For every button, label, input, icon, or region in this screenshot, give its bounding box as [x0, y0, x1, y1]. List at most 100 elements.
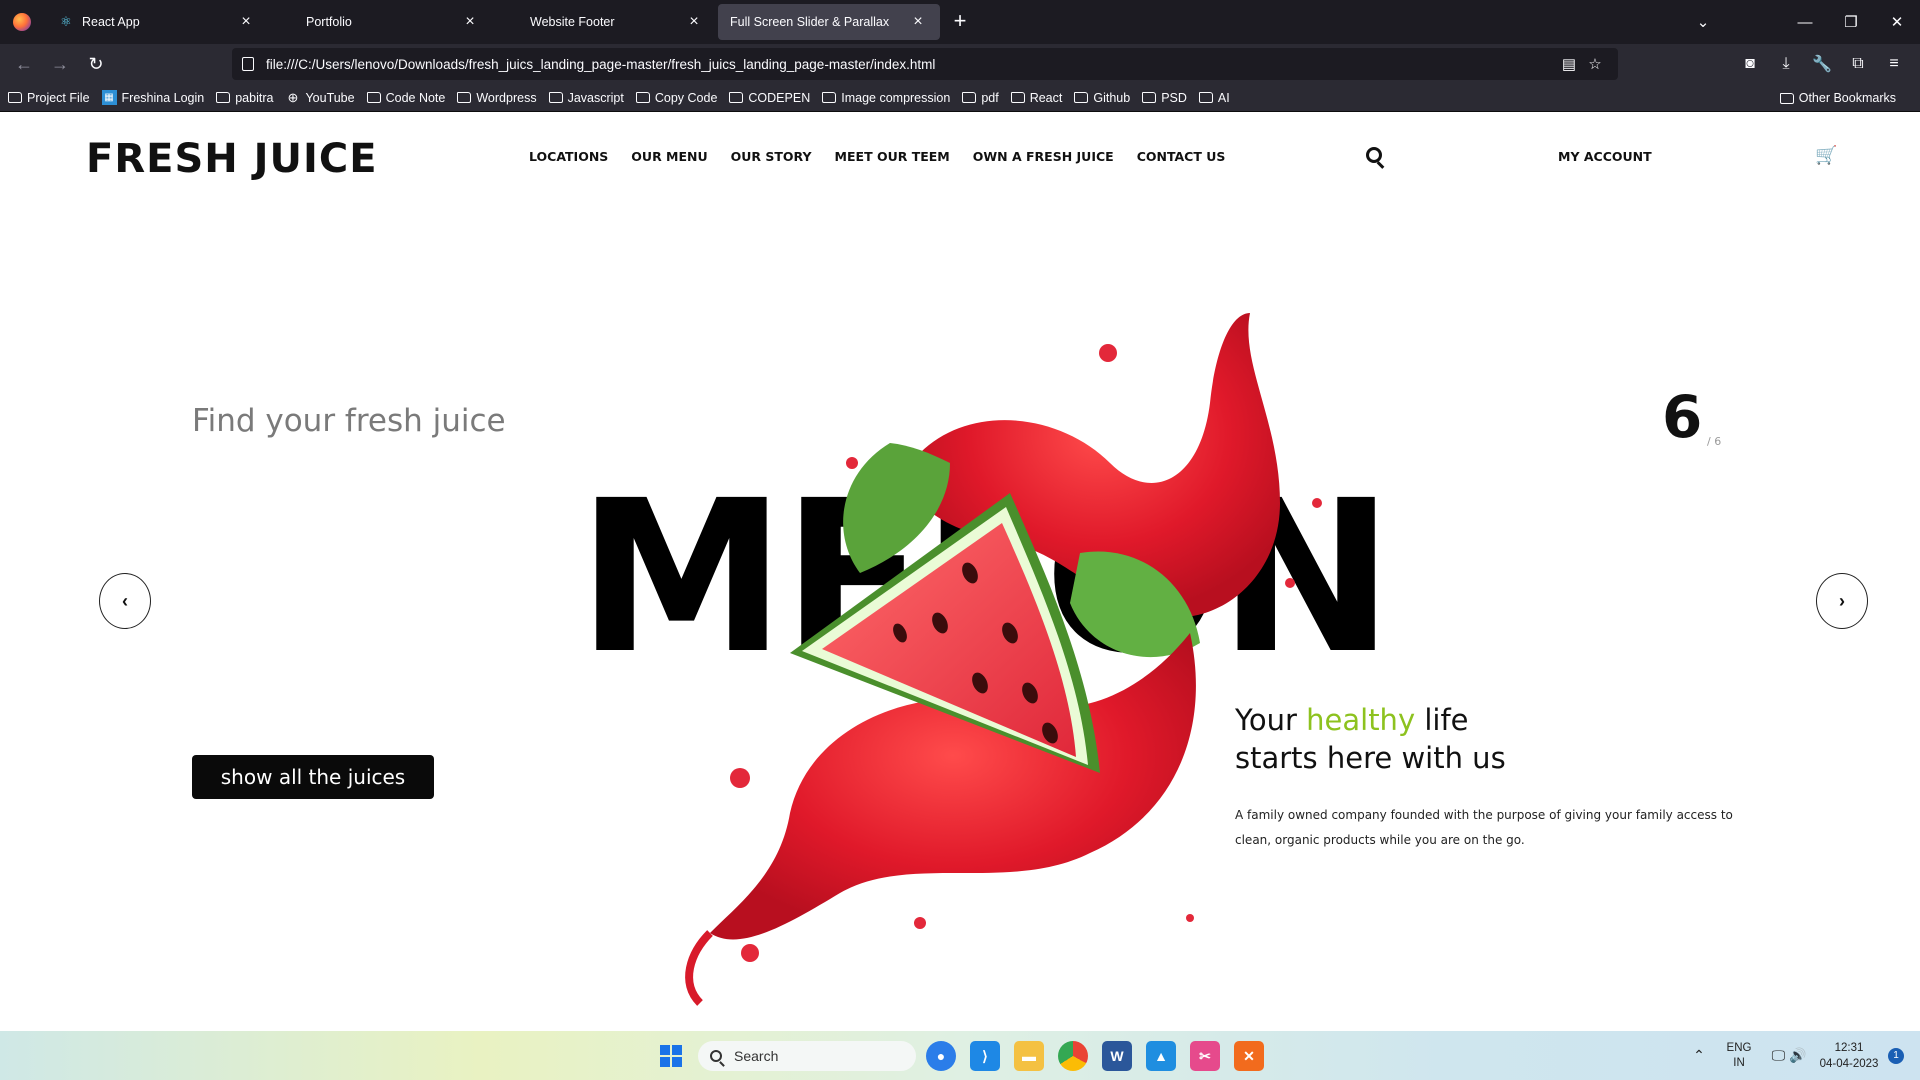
nav-our-story[interactable]: OUR STORY [731, 149, 812, 164]
xampp-taskbar-icon[interactable]: ✕ [1234, 1041, 1264, 1071]
folder-icon [635, 92, 650, 103]
chevron-up-icon[interactable]: ⌃ [1684, 1047, 1714, 1064]
folder-icon [822, 92, 837, 103]
nav-our-menu[interactable]: OUR MENU [631, 149, 707, 164]
close-icon[interactable]: × [684, 12, 704, 32]
taskbar-search-label: Search [734, 1048, 779, 1064]
forward-arrow-icon[interactable]: → [42, 48, 78, 80]
bookmark-ai[interactable]: AI [1198, 91, 1230, 105]
page-icon [506, 14, 522, 30]
headline-line2: starts here with us [1235, 741, 1506, 775]
address-bar[interactable]: file:///C:/Users/lenovo/Downloads/fresh_… [232, 48, 1618, 80]
taskbar: Search ● ⟩ ▬ W ▲ ✂ ✕ ⌃ ENG IN 🖵 🔊 12:31 … [0, 1031, 1920, 1080]
slide-counter: 6 [1662, 383, 1703, 451]
slide-tagline: Find your fresh juice [192, 403, 506, 439]
chrome-taskbar-icon[interactable] [1058, 1041, 1088, 1071]
close-icon[interactable]: × [460, 12, 480, 32]
folder-icon [8, 92, 22, 103]
bookmark-github[interactable]: Github [1074, 91, 1130, 105]
bookmark-youtube[interactable]: ⊕ YouTube [285, 90, 355, 105]
slide-total: / 6 [1707, 435, 1722, 448]
bookmark-codepen[interactable]: CODEPEN [729, 91, 810, 105]
tab-bar: ⚛ React App × Portfolio × Website Footer… [0, 0, 1920, 44]
bookmark-freshina-login[interactable]: ▦ Freshina Login [101, 90, 204, 105]
nav-own-a-fresh-juice[interactable]: OWN A FRESH JUICE [973, 149, 1114, 164]
slide-headline: Your healthy life starts here with us [1235, 701, 1506, 777]
new-tab-button[interactable]: + [944, 6, 976, 38]
my-account-link[interactable]: MY ACCOUNT [1558, 149, 1652, 164]
bookmark-pabitra[interactable]: pabitra [216, 91, 273, 105]
language-indicator[interactable]: ENG IN [1714, 1041, 1764, 1071]
list-all-tabs-icon[interactable]: ⌄ [1680, 0, 1726, 44]
menu-hamburger-icon[interactable]: ≡ [1876, 55, 1912, 73]
tab-portfolio[interactable]: Portfolio × [270, 4, 492, 40]
file-explorer-taskbar-icon[interactable]: ▬ [1014, 1041, 1044, 1071]
headline-highlight: healthy [1306, 703, 1416, 737]
back-arrow-icon[interactable]: ← [6, 48, 42, 80]
document-icon [242, 57, 254, 71]
downloads-icon[interactable]: ⤓ [1768, 55, 1804, 73]
headline-mid: life [1415, 703, 1469, 737]
bookmark-pdf[interactable]: pdf [962, 91, 999, 105]
search-icon[interactable] [1366, 147, 1382, 163]
url-text[interactable]: file:///C:/Users/lenovo/Downloads/fresh_… [266, 57, 1556, 72]
bookmark-other[interactable]: Other Bookmarks [1779, 84, 1896, 112]
bookmark-wordpress[interactable]: Wordpress [457, 91, 537, 105]
site-logo[interactable]: FRESH JUICE [86, 136, 378, 182]
bookmark-react[interactable]: React [1010, 91, 1062, 105]
firefox-icon[interactable] [0, 0, 44, 44]
close-window-icon[interactable]: ✕ [1874, 0, 1920, 44]
bookmark-psd[interactable]: PSD [1142, 91, 1187, 105]
tab-label: Full Screen Slider & Parallax [730, 15, 890, 29]
bookmark-copy-code[interactable]: Copy Code [635, 91, 717, 105]
folder-icon [457, 92, 472, 103]
tab-label: Portfolio [306, 15, 352, 29]
tab-react-app[interactable]: ⚛ React App × [46, 4, 268, 40]
bookmark-project-file[interactable]: Project File [8, 91, 90, 105]
reader-view-icon[interactable]: ▤ [1556, 55, 1582, 73]
bookmark-star-icon[interactable]: ☆ [1582, 55, 1608, 73]
clock[interactable]: 12:31 04-04-2023 [1814, 1040, 1884, 1072]
slider-prev-button[interactable]: ‹ [99, 573, 151, 629]
nav-locations[interactable]: LOCATIONS [529, 149, 608, 164]
photos-taskbar-icon[interactable]: ▲ [1146, 1041, 1176, 1071]
vscode-taskbar-icon[interactable]: ⟩ [970, 1041, 1000, 1071]
tab-full-screen-slider[interactable]: Full Screen Slider & Parallax × [718, 4, 940, 40]
reload-icon[interactable]: ↻ [78, 48, 114, 80]
nav-meet-our-team[interactable]: MEET OUR TEEM [835, 149, 950, 164]
react-icon: ⚛ [60, 14, 72, 29]
extensions-icon[interactable]: ⧉ [1840, 55, 1876, 73]
show-all-juices-button[interactable]: show all the juices [192, 755, 434, 799]
close-icon[interactable]: × [236, 12, 256, 32]
cart-icon[interactable]: 🛒 [1815, 145, 1837, 166]
search-icon [710, 1050, 722, 1062]
bookmark-javascript[interactable]: Javascript [548, 91, 624, 105]
watermelon-splash-image [685, 313, 1322, 1006]
word-taskbar-icon[interactable]: W [1102, 1041, 1132, 1071]
firefox-taskbar-icon[interactable]: ● [926, 1041, 956, 1071]
folder-icon [366, 92, 381, 103]
folder-icon [548, 92, 563, 103]
taskbar-search-box[interactable]: Search [698, 1041, 916, 1071]
tools-wrench-icon[interactable]: 🔧 [1804, 54, 1840, 74]
folder-icon [1779, 92, 1794, 104]
bookmark-image-compression[interactable]: Image compression [822, 91, 950, 105]
bookmark-code-note[interactable]: Code Note [366, 91, 445, 105]
close-icon[interactable]: × [908, 12, 928, 32]
slider-next-button[interactable]: › [1816, 573, 1868, 629]
restore-icon[interactable]: ❐ [1828, 0, 1874, 44]
snipping-tool-taskbar-icon[interactable]: ✂ [1190, 1041, 1220, 1071]
folder-icon [1074, 92, 1089, 103]
nav-contact-us[interactable]: CONTACT US [1137, 149, 1226, 164]
notification-badge[interactable]: 1 [1888, 1047, 1904, 1064]
toolbar-right: ◙ ⤓ 🔧 ⧉ ≡ [1732, 48, 1912, 80]
folder-icon [1142, 92, 1157, 103]
tab-website-footer[interactable]: Website Footer × [494, 4, 716, 40]
folder-icon [962, 92, 977, 103]
freshina-icon: ▦ [101, 90, 117, 105]
pocket-icon[interactable]: ◙ [1732, 55, 1768, 73]
minimize-icon[interactable]: — [1782, 0, 1828, 44]
network-volume-icon[interactable]: 🖵 🔊 [1764, 1047, 1814, 1064]
globe-icon: ⊕ [287, 90, 299, 105]
windows-start-icon[interactable] [660, 1045, 682, 1067]
